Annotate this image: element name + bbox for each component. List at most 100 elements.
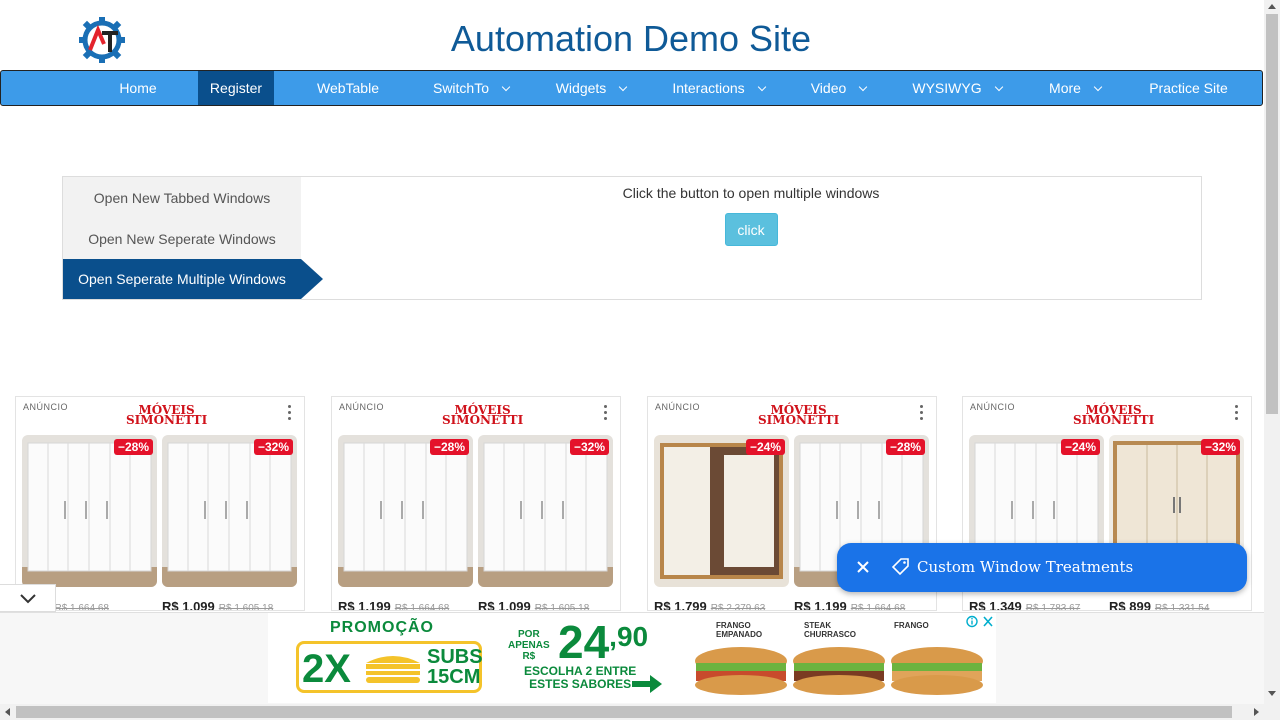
- nav-label: Practice Site: [1149, 80, 1228, 96]
- price-current: R$ 1.099: [478, 599, 531, 611]
- more-vert-icon[interactable]: [604, 405, 608, 421]
- nav-label: Home: [119, 80, 157, 96]
- item-line: STEAK: [804, 621, 832, 630]
- horizontal-scroll-thumb[interactable]: [16, 706, 1232, 718]
- main-navbar: Home Register WebTable SwitchTo Widgets …: [0, 70, 1263, 106]
- price-current: R$ 1.799: [654, 599, 707, 611]
- banner-item-label: FRANGO: [894, 621, 929, 630]
- nav-home[interactable]: Home: [98, 71, 178, 105]
- nav-video[interactable]: Video: [801, 71, 876, 105]
- scroll-right-arrow-icon[interactable]: [1254, 708, 1259, 716]
- close-icon[interactable]: [853, 557, 873, 577]
- price-current: R$ 1.099: [162, 599, 215, 611]
- por-line: R$: [522, 651, 536, 662]
- ad-card[interactable]: ANÚNCIO MÓVEIS SIMONETTI −28% R$ 1.199 R$ 1.6…: [331, 396, 621, 611]
- brand-line: SIMONETTI: [442, 413, 524, 427]
- nav-label: More: [1049, 80, 1081, 96]
- more-vert-icon[interactable]: [920, 405, 924, 421]
- chevron-down-icon: [619, 82, 628, 92]
- product-price: R$ 1.349 R$ 1.783,67: [969, 599, 1081, 611]
- nav-more[interactable]: More: [1039, 71, 1111, 105]
- por-line: POR: [518, 629, 540, 640]
- sandwich-image: [695, 647, 787, 695]
- nav-label: Video: [810, 80, 847, 96]
- nav-label: WYSIWYG: [912, 80, 982, 96]
- item-line: FRANGO: [716, 621, 751, 630]
- banner-item-label: STEAK CHURRASCO: [804, 621, 856, 639]
- discount-badge: −32%: [253, 439, 293, 455]
- item-line: FRANGO: [894, 621, 929, 630]
- price-old: R$ 1.605,18: [534, 603, 590, 611]
- nav-register[interactable]: Register: [198, 71, 274, 105]
- product-image[interactable]: −32%: [478, 435, 613, 587]
- price-current: R$ 1.199: [794, 599, 847, 611]
- price-old: R$ 1.783,67: [1025, 603, 1081, 611]
- price-old: R$ 1.331,54: [1154, 603, 1210, 611]
- wardrobe-image: [22, 435, 157, 587]
- subs-line: SUBS: [427, 646, 483, 668]
- subway-banner-ad[interactable]: PROMOÇÃO 2X SUBS 15CM POR APENAS R$ 24,9…: [268, 613, 996, 703]
- scroll-up-arrow-icon[interactable]: [1268, 4, 1276, 9]
- price-old: R$ 1.664,68: [394, 603, 450, 611]
- product-image[interactable]: −28%: [22, 435, 157, 587]
- price-main: 24: [558, 616, 610, 668]
- nav-label: Widgets: [555, 80, 607, 96]
- vertical-scroll-thumb[interactable]: [1266, 14, 1278, 414]
- product-price: R$ 899 R$ 1.331,54: [1109, 599, 1210, 611]
- instruction-text: Click the button to open multiple window…: [622, 185, 880, 201]
- product-image[interactable]: −32%: [162, 435, 297, 587]
- nav-wysiwyg[interactable]: WYSIWYG: [901, 71, 1013, 105]
- wardrobe-image: [338, 435, 473, 587]
- product-image[interactable]: −24%: [654, 435, 789, 587]
- ad-label: ANÚNCIO: [23, 402, 69, 412]
- por-line: APENAS: [508, 640, 550, 651]
- tab-open-new-seperate-windows[interactable]: Open New Seperate Windows: [63, 219, 301, 259]
- price-current: R$ 899: [1109, 599, 1151, 611]
- brand-line: SIMONETTI: [758, 413, 840, 427]
- scroll-down-arrow-icon[interactable]: [1268, 691, 1276, 696]
- nav-webtable[interactable]: WebTable: [298, 71, 398, 105]
- brand-logo: MÓVEIS SIMONETTI: [758, 404, 840, 427]
- banner-price: 24,90: [558, 615, 648, 669]
- price-old: R$ 1.664,68: [850, 603, 906, 611]
- chevron-down-icon: [859, 82, 868, 92]
- page: Automation Demo Site Home Register WebTa…: [0, 0, 1280, 720]
- collapse-ad-button[interactable]: [0, 584, 56, 612]
- product-image[interactable]: −28%: [338, 435, 473, 587]
- scroll-left-arrow-icon[interactable]: [5, 708, 10, 716]
- nav-practice-site[interactable]: Practice Site: [1136, 71, 1241, 105]
- price-old: R$ 1.664,68: [54, 603, 109, 611]
- price-old: R$ 1.605,18: [218, 603, 274, 611]
- nav-label: Register: [209, 80, 263, 96]
- more-vert-icon[interactable]: [288, 405, 292, 421]
- wardrobe-image: [478, 435, 613, 587]
- banner-escolha: ESCOLHA 2 ENTRE ESTES SABORES: [524, 665, 636, 691]
- item-line: CHURRASCO: [804, 630, 856, 639]
- chevron-down-icon: [994, 82, 1003, 92]
- product-price: R$ 1.199 R$ 1.664,68: [794, 599, 906, 611]
- banner-subs: SUBS 15CM: [427, 647, 483, 687]
- ad-card[interactable]: ANÚNCIOMÓVEISSIMONETTI−28%99R$ 1.664,68−…: [15, 396, 305, 611]
- custom-window-treatments-chip[interactable]: Custom Window Treatments: [837, 543, 1247, 592]
- ad-label: ANÚNCIO: [970, 402, 1016, 412]
- nav-widgets[interactable]: Widgets: [546, 71, 636, 105]
- ad-choices-icon[interactable]: [965, 614, 995, 629]
- nav-switchto[interactable]: SwitchTo: [421, 71, 521, 105]
- tab-open-new-tabbed-windows[interactable]: Open New Tabbed Windows: [63, 178, 301, 218]
- chevron-down-icon: [20, 594, 36, 604]
- nav-interactions[interactable]: Interactions: [661, 71, 776, 105]
- product-price: R$ 1.099 R$ 1.605,18: [478, 599, 590, 611]
- price-current: R$ 1.199: [338, 599, 391, 611]
- click-button[interactable]: click: [724, 213, 778, 246]
- chevron-down-icon: [501, 82, 511, 92]
- tab-open-seperate-multiple-windows[interactable]: Open Seperate Multiple Windows: [63, 259, 323, 299]
- discount-badge: −24%: [745, 439, 785, 455]
- brand-logo: MÓVEIS SIMONETTI: [442, 404, 524, 427]
- brand-logo: MÓVEIS SIMONETTI: [126, 404, 207, 426]
- site-title: Automation Demo Site: [450, 18, 812, 59]
- more-vert-icon[interactable]: [1235, 405, 1239, 421]
- product-price: R$ 1.099 R$ 1.605,18: [162, 599, 274, 611]
- tag-icon: [891, 558, 909, 576]
- tab-content: Click the button to open multiple window…: [301, 177, 1201, 299]
- nav-label: SwitchTo: [432, 80, 490, 96]
